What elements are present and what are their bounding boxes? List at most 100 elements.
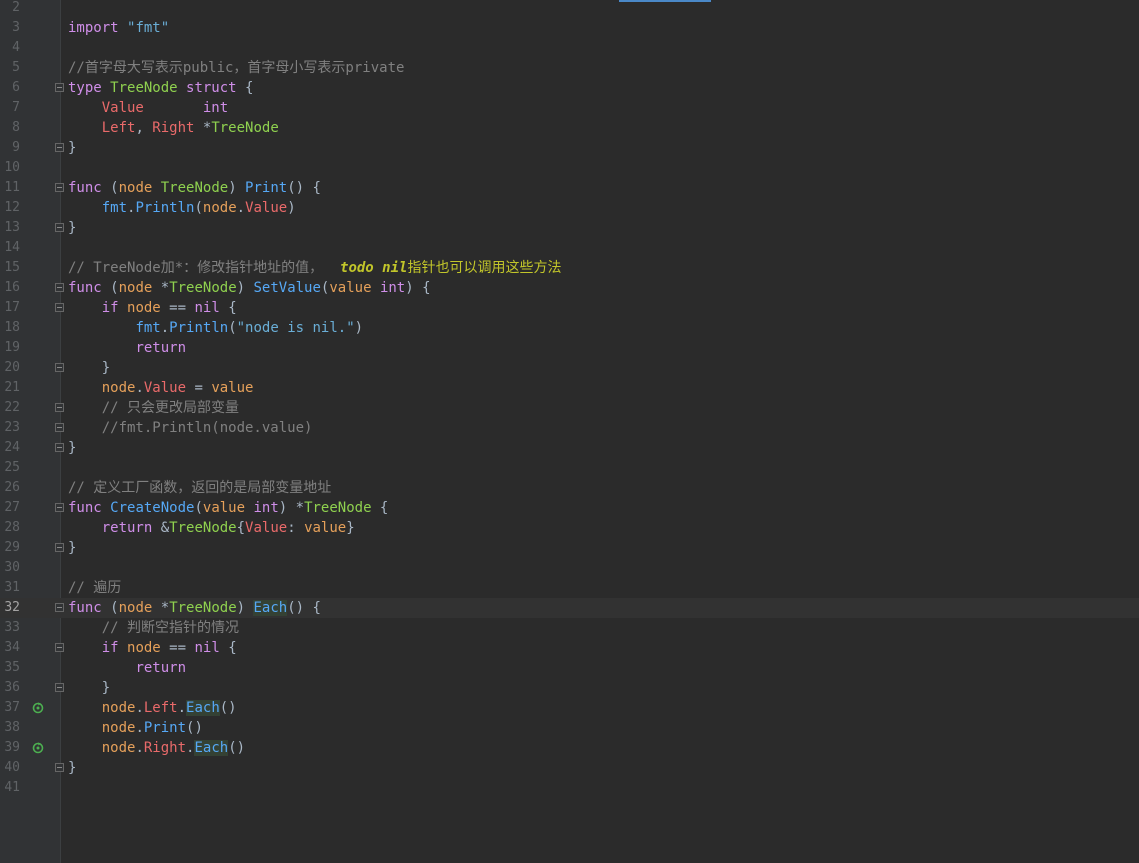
code-line[interactable]: 17 if node == nil { [0, 298, 1139, 318]
code-line[interactable]: 32 func (node *TreeNode) Each() { [0, 598, 1139, 618]
code-token: . [135, 700, 144, 716]
line-number: 10 [4, 160, 20, 175]
code-line[interactable]: 35 return [0, 658, 1139, 678]
fold-marker-icon[interactable] [55, 223, 64, 232]
code-line[interactable]: 19 return [0, 338, 1139, 358]
code-line[interactable]: 9} [0, 138, 1139, 158]
fold-marker-icon[interactable] [55, 763, 64, 772]
code-line[interactable]: 6 type TreeNode struct { [0, 78, 1139, 98]
code-line[interactable]: 25 [0, 458, 1139, 478]
code-line[interactable]: 41 [0, 778, 1139, 798]
code-text: type TreeNode struct { [68, 78, 253, 98]
line-number: 37 [4, 700, 20, 715]
fold-marker-icon[interactable] [55, 183, 64, 192]
fold-marker-icon[interactable] [55, 443, 64, 452]
code-token: func [68, 500, 111, 516]
code-token: { [379, 500, 389, 516]
fold-marker-icon[interactable] [55, 363, 64, 372]
fold-marker-icon[interactable] [55, 503, 64, 512]
code-text: // TreeNode加*：修改指针地址的值， todo nil指针也可以调用这… [68, 258, 561, 278]
code-line[interactable]: 30 [0, 558, 1139, 578]
code-line[interactable]: 3 import "fmt" [0, 18, 1139, 38]
code-token: } [68, 760, 77, 776]
code-line[interactable]: 24} [0, 438, 1139, 458]
code-line[interactable]: 15 // TreeNode加*：修改指针地址的值， todo nil指针也可以调… [0, 258, 1139, 278]
fold-marker-icon[interactable] [55, 683, 64, 692]
code-token: { [245, 80, 254, 96]
code-token: . [160, 320, 170, 336]
line-number: 22 [4, 400, 20, 415]
code-token: node [118, 180, 161, 196]
fold-marker-icon[interactable] [55, 83, 64, 92]
code-line[interactable]: 13} [0, 218, 1139, 238]
code-token: } [68, 360, 111, 376]
code-token: SetValue [253, 280, 321, 296]
code-line[interactable]: 26 // 定义工厂函数，返回的是局部变量地址 [0, 478, 1139, 498]
fold-marker-icon[interactable] [55, 303, 64, 312]
code-line[interactable]: 40} [0, 758, 1139, 778]
line-number: 11 [4, 180, 20, 195]
code-token: Right [143, 740, 187, 756]
code-text: } [68, 538, 76, 558]
line-number: 16 [4, 280, 20, 295]
code-line[interactable]: 14 [0, 238, 1139, 258]
fold-marker-icon[interactable] [55, 283, 64, 292]
code-line[interactable]: 10 [0, 158, 1139, 178]
recursive-call-icon[interactable] [31, 701, 45, 715]
code-text: } [68, 218, 76, 238]
code-token: Right [152, 120, 203, 136]
code-token: //fmt.Println(node.value) [101, 420, 313, 436]
code-token: Value [143, 380, 195, 396]
code-line[interactable]: 21 node.Value = value [0, 378, 1139, 398]
code-token: * [160, 280, 170, 296]
code-token: ) [236, 280, 254, 296]
code-line[interactable]: 28 return &TreeNode{Value: value} [0, 518, 1139, 538]
code-line[interactable]: 39 node.Right.Each() [0, 738, 1139, 758]
line-number: 14 [4, 240, 20, 255]
fold-marker-icon[interactable] [55, 423, 64, 432]
code-token: TreeNode [304, 500, 380, 516]
code-line[interactable]: 4 [0, 38, 1139, 58]
code-line[interactable]: 37 node.Left.Each() [0, 698, 1139, 718]
code-token: ) [236, 600, 254, 616]
code-token: node [101, 380, 136, 396]
line-number: 7 [12, 100, 20, 115]
code-token: = [194, 380, 212, 396]
code-line[interactable]: 8 Left, Right *TreeNode [0, 118, 1139, 138]
code-line[interactable]: 31 // 遍历 [0, 578, 1139, 598]
code-line[interactable]: 18 fmt.Println("node is nil.") [0, 318, 1139, 338]
code-line[interactable]: 27 func CreateNode(value int) *TreeNode { [0, 498, 1139, 518]
code-token: func [68, 600, 111, 616]
code-token: Each [186, 700, 220, 716]
code-line[interactable]: 36 } [0, 678, 1139, 698]
code-line[interactable]: 16 func (node *TreeNode) SetValue(value i… [0, 278, 1139, 298]
code-line[interactable]: 33 // 判断空指针的情况 [0, 618, 1139, 638]
code-token: //首字母大写表示public，首字母小写表示private [68, 60, 405, 76]
fold-marker-icon[interactable] [55, 643, 64, 652]
recursive-call-icon[interactable] [31, 741, 45, 755]
code-line[interactable]: 12 fmt.Println(node.Value) [0, 198, 1139, 218]
code-line[interactable]: 29} [0, 538, 1139, 558]
code-token: . [177, 700, 187, 716]
code-line[interactable]: 11 func (node TreeNode) Print() { [0, 178, 1139, 198]
fold-marker-icon[interactable] [55, 603, 64, 612]
code-text: } [68, 758, 76, 778]
code-line[interactable]: 23 //fmt.Println(node.value) [0, 418, 1139, 438]
code-line[interactable]: 38 node.Print() [0, 718, 1139, 738]
code-line[interactable]: 7 Value int [0, 98, 1139, 118]
code-token: == [169, 640, 195, 656]
fold-marker-icon[interactable] [55, 543, 64, 552]
code-line[interactable]: 34 if node == nil { [0, 638, 1139, 658]
code-token: == [169, 300, 195, 316]
fold-marker-icon[interactable] [55, 143, 64, 152]
code-line[interactable]: 2 [0, 0, 1139, 18]
code-token: int [202, 100, 229, 116]
code-line[interactable]: 20 } [0, 358, 1139, 378]
code-line[interactable]: 22 // 只会更改局部变量 [0, 398, 1139, 418]
code-token: "node is nil." [236, 320, 355, 336]
code-line[interactable]: 5 //首字母大写表示public，首字母小写表示private [0, 58, 1139, 78]
fold-marker-icon[interactable] [55, 403, 64, 412]
